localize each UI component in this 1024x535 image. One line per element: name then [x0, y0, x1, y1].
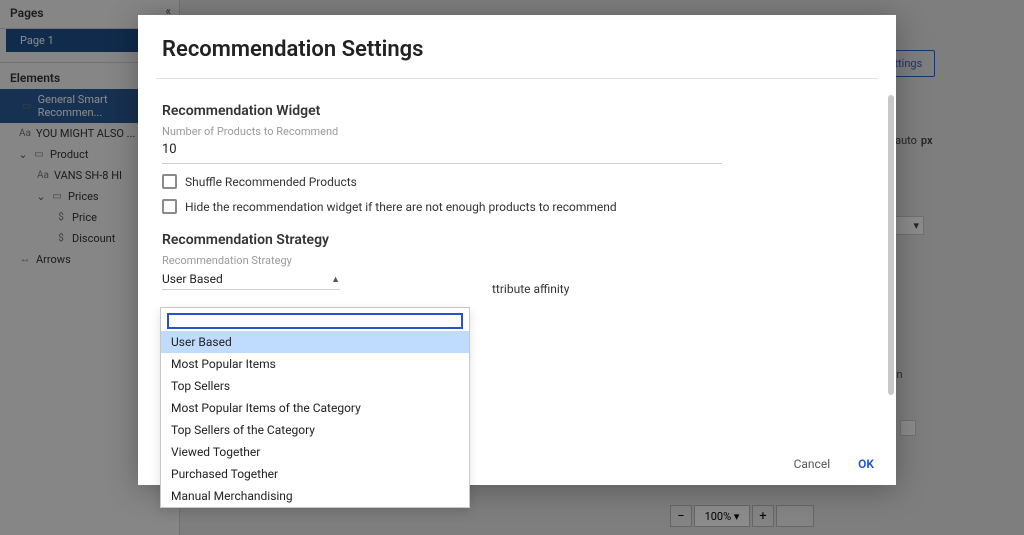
dropdown-item[interactable]: Most Popular Items	[161, 353, 469, 375]
cancel-button[interactable]: Cancel	[794, 457, 831, 471]
modal-footer: Cancel OK	[794, 457, 874, 471]
num-products-label: Number of Products to Recommend	[162, 125, 872, 138]
shuffle-label: Shuffle Recommended Products	[185, 175, 357, 189]
shuffle-row[interactable]: Shuffle Recommended Products	[162, 174, 872, 189]
widget-section-title: Recommendation Widget	[162, 103, 872, 119]
strategy-section-title: Recommendation Strategy	[162, 232, 872, 248]
dropdown-item[interactable]: Top Sellers of the Category	[161, 419, 469, 441]
shuffle-checkbox[interactable]	[162, 174, 177, 189]
dropdown-item[interactable]: Top Sellers	[161, 375, 469, 397]
strategy-dropdown: User Based Most Popular Items Top Seller…	[160, 307, 470, 508]
affinity-text-fragment: ttribute affinity	[492, 282, 569, 296]
strategy-select[interactable]: User Based ▲	[162, 269, 340, 290]
ok-button[interactable]: OK	[858, 457, 874, 471]
chevron-up-icon: ▲	[331, 274, 340, 285]
modal-title: Recommendation Settings	[138, 15, 896, 78]
hide-widget-checkbox[interactable]	[162, 199, 177, 214]
dropdown-item[interactable]: Manual Merchandising	[161, 485, 469, 507]
hide-widget-label: Hide the recommendation widget if there …	[185, 200, 617, 214]
dropdown-search-input[interactable]	[167, 313, 463, 329]
dropdown-item[interactable]: Viewed Together	[161, 441, 469, 463]
dropdown-item[interactable]: Purchased Together	[161, 463, 469, 485]
num-products-input[interactable]	[162, 138, 722, 164]
hide-widget-row[interactable]: Hide the recommendation widget if there …	[162, 199, 872, 214]
modal-body: Recommendation Widget Number of Products…	[138, 79, 896, 290]
dropdown-item[interactable]: Most Popular Items of the Category	[161, 397, 469, 419]
strategy-field-label: Recommendation Strategy	[162, 254, 872, 267]
dropdown-item[interactable]: User Based	[161, 331, 469, 353]
strategy-value: User Based	[162, 272, 223, 286]
recommendation-settings-modal: Recommendation Settings Recommendation W…	[138, 15, 896, 485]
